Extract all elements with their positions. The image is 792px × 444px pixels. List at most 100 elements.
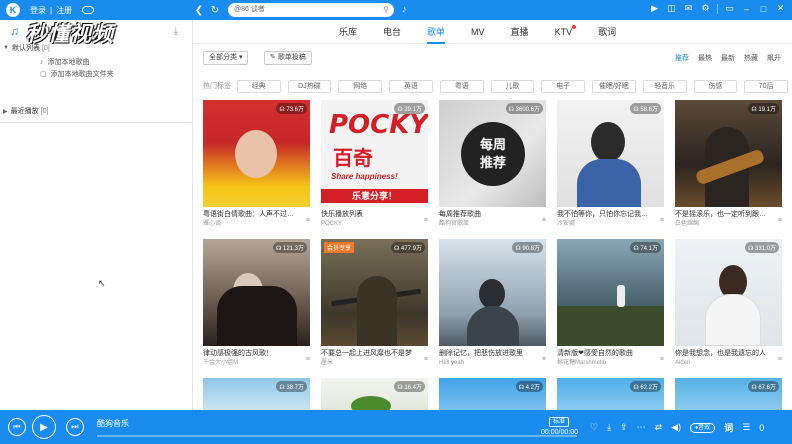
playlist-title[interactable]: 不是摇滚乐，也一定听到跟我的: [675, 210, 770, 219]
playlist-cover[interactable]: ☊ 331.0万: [675, 239, 782, 346]
tab-ktv[interactable]: KTV: [555, 20, 577, 44]
menu-icon[interactable]: ≡: [424, 356, 428, 363]
playlist-title[interactable]: 不要总一起上进风靡也不是梦: [321, 349, 416, 358]
playlist-cover[interactable]: ☊ 4.2万: [439, 378, 546, 410]
menu-icon[interactable]: ≡: [778, 217, 782, 224]
playlist-cover[interactable]: ☊ 62.2万: [557, 378, 664, 410]
mini-mode-icon[interactable]: ▭: [724, 3, 735, 14]
back-arrow-icon[interactable]: ❮: [192, 3, 206, 17]
download-icon[interactable]: ⤓: [607, 422, 611, 433]
playlist-card[interactable]: 每周 推荐 ☊ 3600.6万 每周推荐歌曲 酷狗官歌单 ≡: [439, 100, 546, 228]
playlist-card[interactable]: ☊ 331.0万 你是我想念，也是我遗忘的人 Aiden ≡: [675, 239, 782, 367]
playlist-card[interactable]: ☊ 62.2万: [557, 378, 664, 410]
hot-tag[interactable]: 电子: [541, 79, 586, 93]
close-icon[interactable]: ✕: [775, 3, 786, 14]
hot-tag[interactable]: 轻音乐: [642, 79, 687, 93]
tab-mv[interactable]: MV: [471, 20, 485, 44]
playlist-queue-icon[interactable]: ☰: [742, 422, 750, 433]
hot-tag[interactable]: 伤感: [693, 79, 738, 93]
menu-icon[interactable]: ≡: [542, 217, 546, 224]
playlist-cover[interactable]: ☊ 19.1万: [675, 100, 782, 207]
sort-recommend[interactable]: 推荐: [675, 53, 689, 63]
playlist-title[interactable]: 律动感极强的古风歌！: [203, 349, 298, 358]
tab-library[interactable]: 乐库: [339, 20, 357, 44]
playlist-title[interactable]: 删除记忆，把悲伤放进歌里: [439, 349, 534, 358]
submit-playlist-button[interactable]: ✎ 歌单投稿: [264, 51, 312, 65]
hot-tag[interactable]: 粤语: [439, 79, 484, 93]
message-icon[interactable]: ✉: [683, 3, 694, 14]
playlist-cover[interactable]: ☊ 74.1万: [557, 239, 664, 346]
playlist-cover[interactable]: 会员专享 ☊ 477.9万: [321, 239, 428, 346]
playlist-card[interactable]: 会员专享 ☊ 477.9万 不要总一起上进风靡也不是梦 厘米 ≡: [321, 239, 428, 367]
lyrics-button[interactable]: 词: [724, 421, 733, 434]
playlist-cover[interactable]: ☊ 121.3万: [203, 239, 310, 346]
playlist-title[interactable]: 粤语街白情歌曲：人声不过戏一...: [203, 210, 298, 219]
search-input[interactable]: @86 谈者 ⚲: [228, 3, 394, 17]
menu-icon[interactable]: ≡: [660, 217, 664, 224]
playlist-title[interactable]: 清新版❤感受自然的歌曲: [557, 349, 652, 358]
add-local-folder[interactable]: ▢ 添加本地歌曲文件夹: [0, 68, 192, 80]
playlist-cover[interactable]: ☊ 38.7万: [203, 378, 310, 410]
playlist-author[interactable]: 雅心谈: [203, 220, 310, 228]
hot-tag[interactable]: 70后: [744, 79, 789, 93]
sort-hot-fav[interactable]: 热藏: [744, 53, 758, 63]
hot-tag[interactable]: 网络: [338, 79, 383, 93]
search-icon[interactable]: ⚲: [383, 3, 389, 17]
playlist-title[interactable]: 快乐播放列表: [321, 210, 416, 219]
cloud-icon[interactable]: [82, 6, 95, 14]
playlist-author[interactable]: 棉花糖Marshmello: [557, 359, 664, 367]
sort-newest[interactable]: 最新: [721, 53, 735, 63]
share-icon[interactable]: ⇪: [620, 422, 628, 433]
hot-tag[interactable]: 催眠/好眠: [592, 79, 636, 93]
tab-radio[interactable]: 电台: [383, 20, 401, 44]
music-note-icon[interactable]: ♫: [10, 24, 19, 38]
playlist-card[interactable]: ☊ 19.1万 不是摇滚乐，也一定听到跟我的 白色绵绵 ≡: [675, 100, 782, 228]
playlist-author[interactable]: 白色绵绵: [675, 220, 782, 228]
playlist-title[interactable]: 你是我想念，也是我遗忘的人: [675, 349, 770, 358]
playlist-author[interactable]: POCKY: [321, 220, 428, 228]
menu-icon[interactable]: ≡: [306, 356, 310, 363]
playlist-card[interactable]: ☊ 38.7万: [203, 378, 310, 410]
hot-tag[interactable]: 英语: [389, 79, 433, 93]
previous-track-icon[interactable]: ⏮: [8, 418, 26, 436]
playlist-cover[interactable]: ☊ 67.6万: [675, 378, 782, 410]
menu-icon[interactable]: ≡: [424, 217, 428, 224]
register-link[interactable]: 注册: [56, 6, 72, 15]
playlist-card[interactable]: ☊ 67.6万: [675, 378, 782, 410]
playlist-card[interactable]: ☊ 16.4万: [321, 378, 428, 410]
sort-hottest[interactable]: 最热: [698, 53, 712, 63]
menu-icon[interactable]: ≡: [542, 356, 546, 363]
category-select[interactable]: 全部分类 ▾: [203, 51, 249, 65]
tab-live[interactable]: 直播: [511, 20, 529, 44]
skin-icon[interactable]: ◫: [666, 3, 677, 14]
sort-rising[interactable]: 飙升: [767, 53, 781, 63]
playlist-author[interactable]: 酷狗官歌单: [439, 220, 546, 228]
menu-icon[interactable]: ≡: [778, 356, 782, 363]
hot-tag[interactable]: 儿歌: [490, 79, 535, 93]
menu-icon[interactable]: ≡: [306, 217, 310, 224]
playlist-cover[interactable]: ☊ 16.4万: [321, 378, 428, 410]
progress-bar[interactable]: [97, 435, 577, 437]
game-icon[interactable]: ▶: [649, 3, 660, 14]
playlist-author[interactable]: 厘米: [321, 359, 428, 367]
playlist-title[interactable]: 我不怕等你，只怕你忘记我在等你: [557, 210, 652, 219]
play-button[interactable]: ▶: [32, 415, 56, 439]
hot-tag[interactable]: DJ热碟: [287, 79, 332, 93]
playlist-card[interactable]: ☊ 58.6万 我不怕等你，只怕你忘记我在等你 冷安娜 ≡: [557, 100, 664, 228]
menu-icon[interactable]: ≡: [660, 356, 664, 363]
app-logo[interactable]: K: [6, 3, 20, 17]
tab-playlists[interactable]: 歌单: [427, 20, 446, 44]
hot-tag[interactable]: 经典: [236, 79, 281, 93]
heart-icon[interactable]: ♡: [590, 422, 598, 433]
playlist-card[interactable]: ☊ 73.6万 粤语街白情歌曲：人声不过戏一... 雅心谈 ≡: [203, 100, 310, 228]
volume-icon[interactable]: ◀): [671, 422, 681, 433]
login-link[interactable]: 登录: [30, 6, 46, 15]
playlist-card[interactable]: ☊ 121.3万 律动感极强的古风歌！ 千金大小姐M ≡: [203, 239, 310, 367]
playlist-title[interactable]: 每周推荐歌曲: [439, 210, 534, 219]
add-local-song[interactable]: ♪ 添加本地歌曲: [0, 56, 192, 68]
recent-list-header[interactable]: ▶ 最近播放 [0]: [0, 105, 48, 117]
playlist-cover[interactable]: ☊ 90.8万: [439, 239, 546, 346]
settings-icon[interactable]: ⚙: [700, 3, 711, 14]
repeat-icon[interactable]: ⇄: [655, 422, 663, 433]
playlist-cover[interactable]: POCKY 百奇 Share happiness! 乐意分享！ ☊ 29.1万: [321, 100, 428, 207]
